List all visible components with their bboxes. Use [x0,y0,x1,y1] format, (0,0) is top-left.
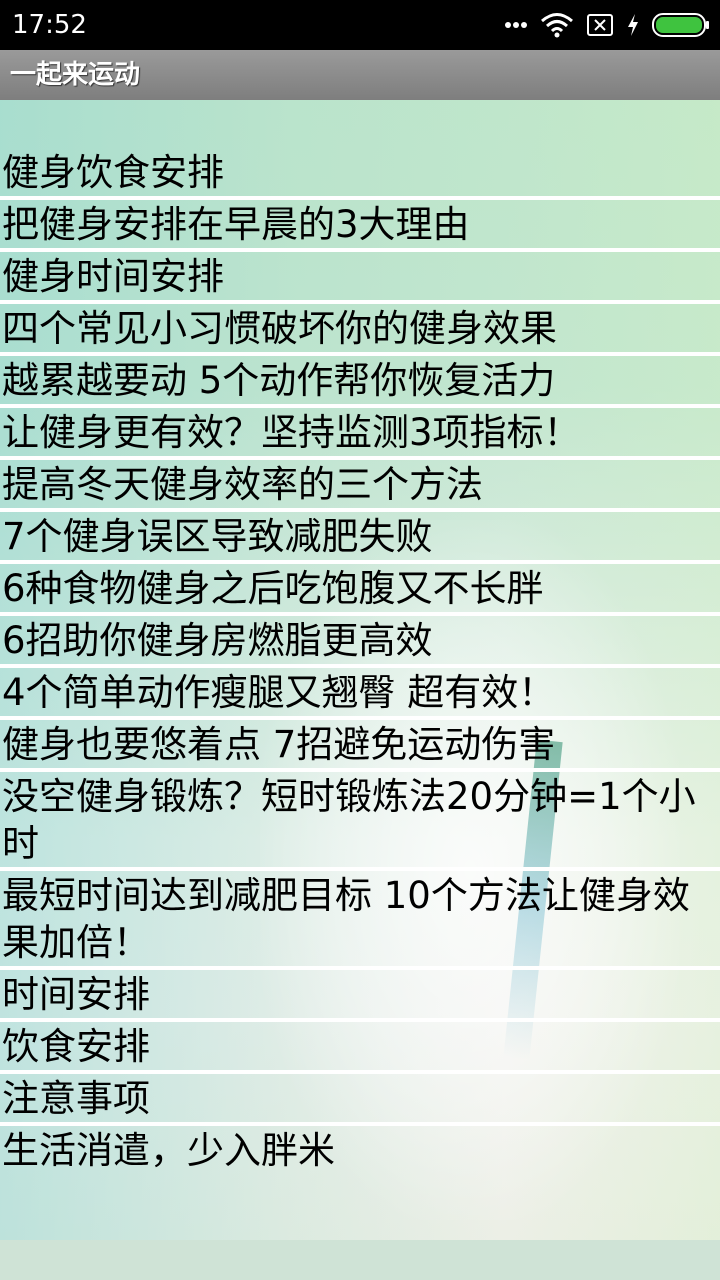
list-item[interactable]: 让健身更有效？坚持监测3项指标！ [0,408,720,460]
wifi-icon [540,12,574,38]
list-item[interactable]: 四个常见小习惯破坏你的健身效果 [0,304,720,356]
list-item[interactable]: 最短时间达到减肥目标 10个方法让健身效果加倍！ [0,871,720,970]
list-item[interactable]: 提高冬天健身效率的三个方法 [0,460,720,512]
status-time: 17:52 [12,10,87,40]
article-list[interactable]: 健身饮食安排 把健身安排在早晨的3大理由 健身时间安排 四个常见小习惯破坏你的健… [0,100,720,1240]
list-item[interactable]: 健身饮食安排 [0,148,720,200]
status-bar: 17:52 [0,0,720,50]
list-item[interactable]: 7个健身误区导致减肥失败 [0,512,720,564]
list-item[interactable]: 6种食物健身之后吃饱腹又不长胖 [0,564,720,616]
list-item[interactable]: 时间安排 [0,970,720,1022]
list-item[interactable]: 饮食安排 [0,1022,720,1074]
status-icons [504,9,710,41]
app-title: 一起来运动 [10,60,141,90]
list-item[interactable]: 注意事项 [0,1074,720,1126]
list-item[interactable]: 越累越要动 5个动作帮你恢复活力 [0,356,720,408]
charging-icon [626,13,640,37]
list-item[interactable]: 健身时间安排 [0,252,720,304]
no-sim-icon [586,13,614,37]
list-item[interactable]: 4个简单动作瘦腿又翘臀 超有效！ [0,668,720,720]
app-title-bar: 一起来运动 [0,50,720,100]
list-item[interactable]: 把健身安排在早晨的3大理由 [0,200,720,252]
list-item[interactable]: 6招助你健身房燃脂更高效 [0,616,720,668]
list-item[interactable]: 健身也要悠着点 7招避免运动伤害 [0,720,720,772]
list-item[interactable]: 没空健身锻炼？短时锻炼法20分钟=1个小时 [0,772,720,871]
list-item[interactable]: 生活消遣，少入胖米 [0,1126,720,1174]
more-dots-icon [504,21,528,29]
battery-icon [652,12,710,38]
